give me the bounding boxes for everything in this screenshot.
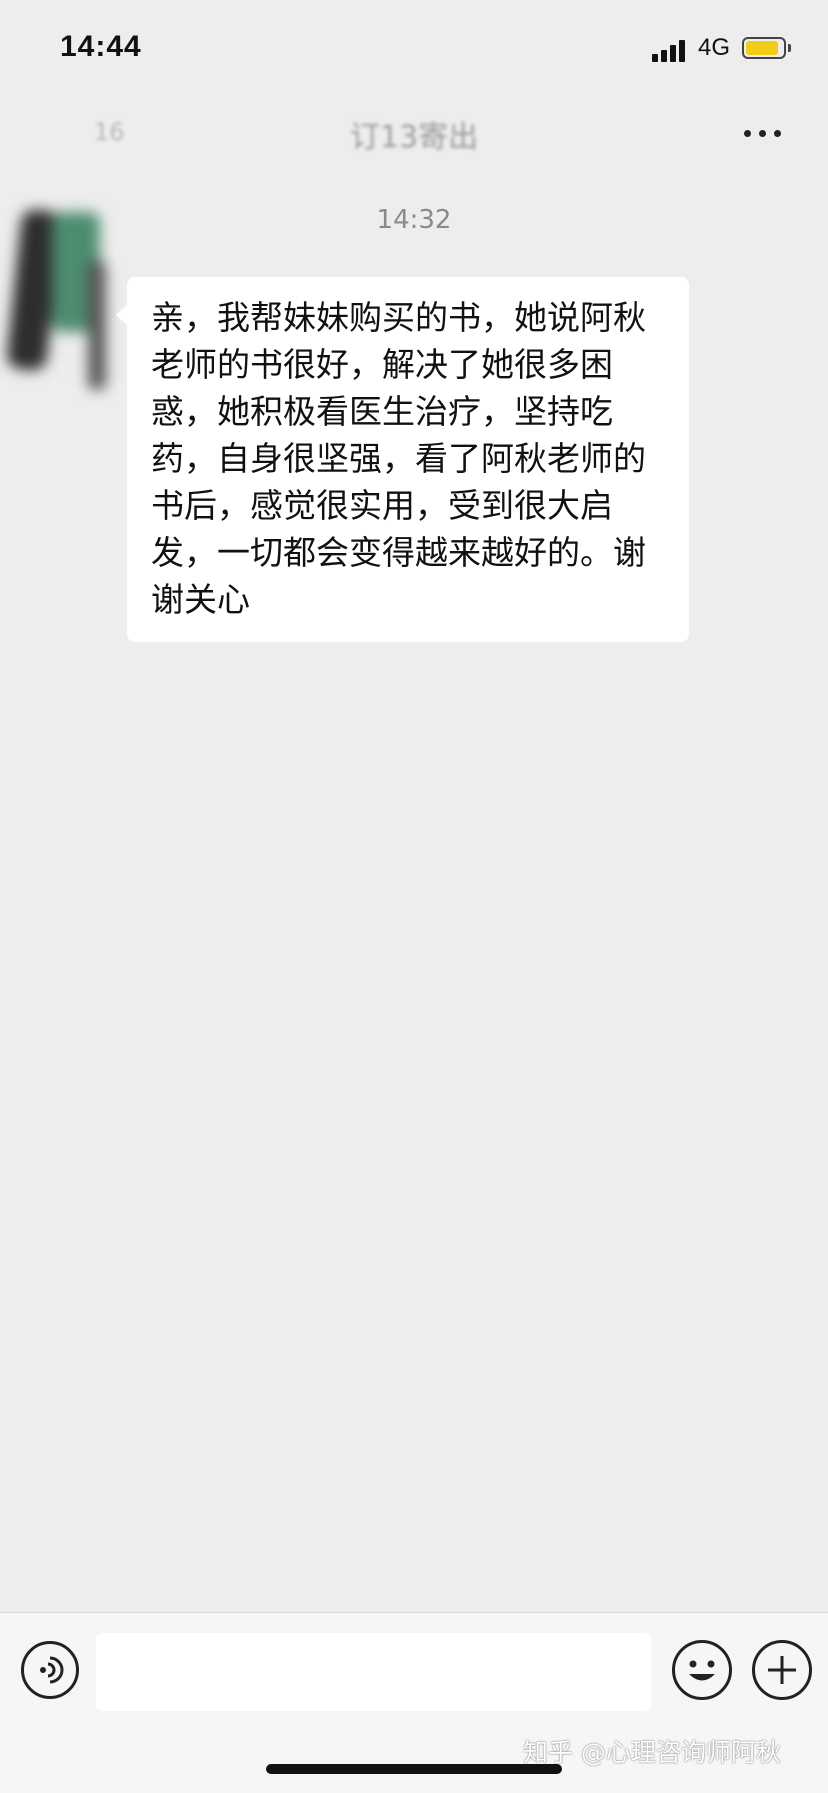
battery-cap [788,44,791,52]
watermark: 知乎 @心理咨询师阿秋 [523,1738,781,1767]
status-bar: 14:44 4G [0,0,828,100]
battery-icon [742,37,786,59]
avatar[interactable] [5,200,116,420]
emoji-icon[interactable] [672,1640,732,1700]
network-type: 4G [698,34,731,61]
battery-level [746,41,779,55]
message-input[interactable] [96,1633,651,1711]
cellular-signal-icon [652,38,690,62]
voice-icon[interactable] [21,1641,79,1699]
plus-icon[interactable] [752,1640,812,1700]
status-time: 14:44 [60,30,142,63]
message-timestamp: 14:32 [376,205,452,235]
more-dots-icon[interactable] [744,128,784,140]
chat-title: 订13寄出 [349,120,479,155]
chat-nav-bar: 16 订13寄出 [0,100,828,164]
message-text: 亲，我帮妹妹购买的书，她说阿秋老师的书很好，解决了她很多困惑，她积极看医生治疗，… [151,298,646,619]
message-bubble[interactable]: 亲，我帮妹妹购买的书，她说阿秋老师的书很好，解决了她很多困惑，她积极看医生治疗，… [127,277,689,642]
home-indicator [266,1764,562,1774]
